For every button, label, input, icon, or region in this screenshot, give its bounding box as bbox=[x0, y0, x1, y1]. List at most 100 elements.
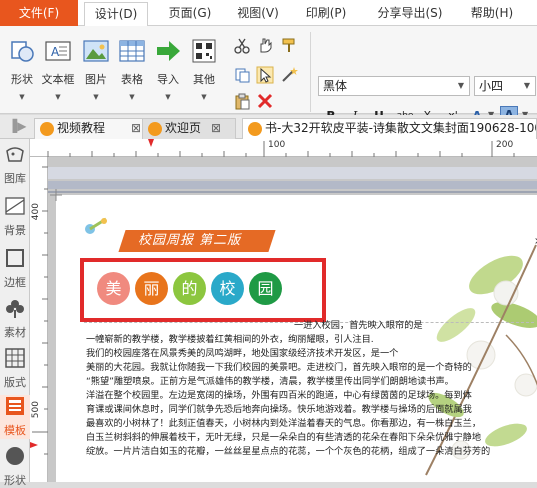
magic-wand-icon[interactable] bbox=[280, 66, 298, 84]
menu-tab-share-export[interactable]: 分享导出(S) bbox=[368, 0, 452, 26]
paragraph-line: 最喜欢的小树林了！此刻正值春天，小树林内到处洋溢着春天的气息。你看那边，有一株白… bbox=[86, 418, 482, 429]
font-family-value: 黑体 bbox=[323, 79, 348, 93]
menu-tab-design[interactable]: 设计(D) bbox=[84, 2, 148, 27]
tab-label: 书-大32开软皮平装-诗集散文文集封面190628-1004.c bbox=[265, 121, 537, 135]
sidebar-item-material[interactable]: 素材 bbox=[0, 297, 30, 339]
tab-welcome[interactable]: 欢迎页 ⊠ bbox=[142, 118, 236, 139]
textbox-icon: A bbox=[45, 41, 71, 61]
import-button-label: 导入 bbox=[157, 73, 179, 86]
menu-bar: 文件(F) 设计(D) 页面(G) 视图(V) 印刷(P) 分享导出(S) 帮助… bbox=[0, 0, 537, 27]
sidebar-item-layout[interactable]: 版式 bbox=[0, 347, 30, 389]
other-button[interactable]: 其他 ▼ bbox=[186, 30, 222, 101]
ribbon-divider bbox=[310, 32, 311, 112]
paragraph-line: 一进入校园，首先映入眼帘的是 bbox=[294, 320, 423, 331]
sidebar-item-gallery[interactable]: 图库 bbox=[0, 143, 30, 185]
font-family-select[interactable]: 黑体 ▼ bbox=[318, 76, 470, 96]
ribbon: 形状 ▼ A 文本框 ▼ 图片 ▼ 表格 ▼ 导入 ▼ 其他 ▼ 黑体 ▼ 小四… bbox=[0, 26, 537, 124]
sidebar-item-template[interactable]: 模板 bbox=[0, 395, 30, 439]
page-top-band bbox=[48, 167, 537, 179]
close-icon[interactable]: ⊠ bbox=[211, 119, 221, 138]
template-icon bbox=[6, 397, 24, 415]
other-button-label: 其他 bbox=[193, 73, 215, 86]
left-sidebar: 图库 背景 边框 素材 版式 模板 形状 bbox=[0, 139, 30, 487]
sidebar-item-border[interactable]: 边框 bbox=[0, 247, 30, 289]
material-flower-icon bbox=[6, 300, 24, 318]
decorative-sparkle-icon bbox=[85, 217, 107, 234]
panel-toggle-icon[interactable]: ▐▶ bbox=[8, 119, 26, 133]
sidebar-item-label: 形状 bbox=[4, 474, 26, 487]
menu-file[interactable]: 文件(F) bbox=[0, 0, 78, 26]
paste-icon[interactable] bbox=[233, 92, 251, 110]
chevron-down-icon: ▼ bbox=[93, 93, 99, 101]
ruler-label: 500 bbox=[31, 401, 41, 419]
menu-tab-help[interactable]: 帮助(H) bbox=[462, 0, 522, 26]
paragraph-line: 美丽的大花园。我就让你随我一下我们校园的美景吧。走进校门，首先映入眼帘的是一个奇… bbox=[86, 362, 472, 373]
ruler-label: 200 bbox=[496, 140, 514, 150]
chevron-down-icon: ▼ bbox=[457, 81, 464, 90]
page-top-band-dark bbox=[48, 181, 537, 189]
sidebar-item-label: 模板 bbox=[4, 424, 26, 437]
ruler-label: 400 bbox=[31, 203, 41, 221]
copy-icon[interactable] bbox=[233, 66, 251, 84]
gallery-icon bbox=[6, 147, 24, 162]
import-button[interactable]: 导入 ▼ bbox=[150, 30, 186, 101]
menu-tab-view[interactable]: 视图(V) bbox=[228, 0, 288, 26]
paragraph-line: 绽放。一片片洁白如玉的花瓣，一丝丝星星点点的花蕊，一个个灰色的花柄，组成了一朵清… bbox=[86, 446, 491, 457]
document-tab-bar: ▐▶ 视频教程 ⊠ 欢迎页 ⊠ 书-大32开软皮平装-诗集散文文集封面19062… bbox=[0, 115, 537, 139]
chevron-down-icon: ▼ bbox=[523, 81, 530, 90]
paragraph-line: 一幢崭新的教学楼，教学楼披着红黄相间的外衣，绚丽耀眼，引人注目. bbox=[86, 334, 374, 345]
textbox-button[interactable]: A 文本框 ▼ bbox=[40, 30, 76, 101]
tab-label: 欢迎页 bbox=[165, 121, 202, 135]
paragraph-line: 育课或课间休息时，同学们就争先恐后地奔向操场。快乐地游戏着。教学楼与操场的后面就… bbox=[86, 404, 472, 415]
close-icon[interactable]: ⊠ bbox=[131, 119, 141, 138]
hand-icon[interactable] bbox=[256, 36, 274, 54]
menu-tab-print[interactable]: 印刷(P) bbox=[296, 0, 356, 26]
background-icon bbox=[5, 197, 25, 215]
delete-icon[interactable] bbox=[256, 92, 274, 110]
sidebar-item-label: 边框 bbox=[4, 276, 26, 289]
sidebar-item-label: 素材 bbox=[4, 326, 26, 339]
shape-button[interactable]: 形状 ▼ bbox=[4, 30, 40, 101]
svg-text:A: A bbox=[51, 45, 60, 59]
ruler-label: 100 bbox=[268, 140, 286, 150]
tab-video-tutorial[interactable]: 视频教程 ⊠ bbox=[34, 118, 158, 139]
sidebar-item-shape[interactable]: 形状 bbox=[0, 445, 30, 487]
shape-icon bbox=[11, 41, 34, 62]
sidebar-item-background[interactable]: 背景 bbox=[0, 195, 30, 237]
font-size-select[interactable]: 小四 ▼ bbox=[474, 76, 536, 96]
border-icon bbox=[6, 249, 24, 267]
image-icon bbox=[83, 40, 109, 62]
pointer-icon[interactable] bbox=[256, 66, 274, 84]
image-button[interactable]: 图片 ▼ bbox=[78, 30, 114, 101]
qrcode-icon bbox=[192, 39, 216, 63]
shape-blob-icon bbox=[6, 447, 24, 465]
page-corner-mark bbox=[50, 189, 62, 201]
page-top-band-edge bbox=[48, 191, 537, 193]
tab-label: 视频教程 bbox=[57, 121, 106, 135]
table-button-label: 表格 bbox=[121, 73, 143, 86]
chevron-down-icon: ▼ bbox=[19, 93, 25, 101]
paragraph-line: 白玉兰树斜斜的伸展着枝干，无叶无绿，只是一朵朵白的有些清透的花朵在春阳下朵朵优雅… bbox=[86, 432, 482, 443]
textbox-button-label: 文本框 bbox=[41, 73, 75, 86]
tab-current-document[interactable]: 书-大32开软皮平装-诗集散文文集封面190628-1004.c bbox=[242, 118, 537, 139]
horizontal-ruler: 100 200 bbox=[30, 139, 537, 157]
header-title[interactable]: 校园周报 第二版 bbox=[138, 232, 328, 250]
format-painter-icon[interactable] bbox=[280, 36, 298, 54]
sidebar-item-label: 背景 bbox=[4, 224, 26, 237]
table-button[interactable]: 表格 ▼ bbox=[114, 30, 150, 101]
app-logo-icon bbox=[40, 122, 54, 136]
chevron-down-icon: ▼ bbox=[165, 93, 171, 101]
shape-button-label: 形状 bbox=[11, 73, 33, 86]
chevron-down-icon: ▼ bbox=[55, 93, 61, 101]
paragraph-line: “熊望”雕塑喷泉。正前方是气派雄伟的教学楼，清晨，教学楼里传出同学们朗朗地读书声… bbox=[86, 376, 454, 387]
sidebar-item-label: 图库 bbox=[4, 172, 26, 185]
cut-icon[interactable] bbox=[233, 36, 251, 54]
selection-highlight-box bbox=[80, 258, 326, 322]
sidebar-item-label: 版式 bbox=[4, 376, 26, 389]
import-arrow-icon bbox=[157, 41, 180, 61]
paragraph-line: 我们的校园座落在风景秀美的凤鸣湖畔，地处国家级经济技术开发区，是一个 bbox=[86, 348, 399, 359]
menu-tab-page[interactable]: 页面(G) bbox=[158, 0, 222, 26]
font-size-value: 小四 bbox=[479, 79, 504, 93]
layout-grid-icon bbox=[5, 348, 25, 368]
vertical-ruler: 400 500 bbox=[30, 157, 48, 482]
